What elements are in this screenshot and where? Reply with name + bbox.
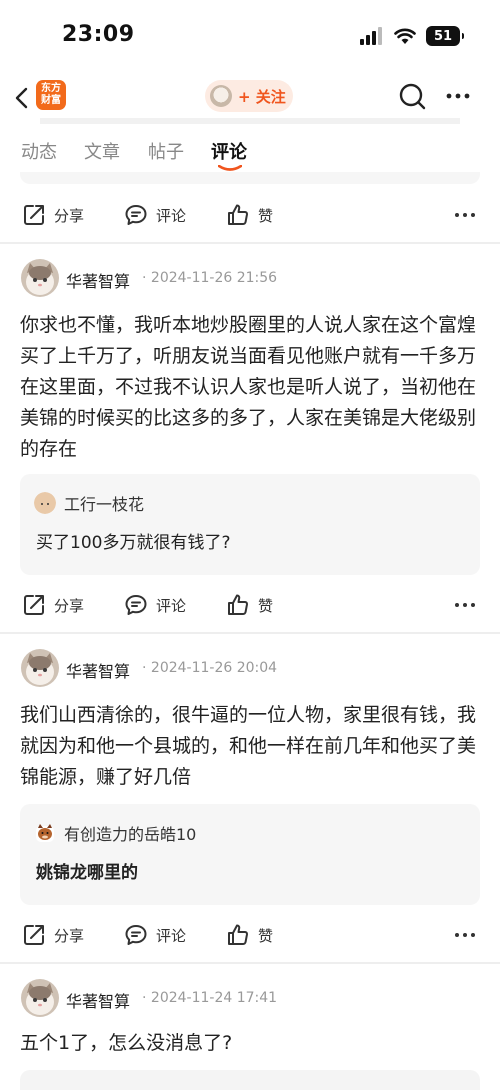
quote-card[interactable]: 工行一枝花 买了100多万就很有钱了? bbox=[20, 474, 480, 575]
app-logo: 东方 财富 bbox=[36, 80, 66, 110]
quote-author: 工行一枝花 bbox=[34, 491, 144, 515]
logo-line-1: 东方 bbox=[41, 83, 61, 94]
share-icon bbox=[24, 925, 44, 945]
post-body: 五个1了，怎么没消息了? bbox=[20, 1032, 233, 1054]
more-dots-icon[interactable] bbox=[454, 925, 476, 945]
action-row: 分享 评论 赞 bbox=[0, 195, 500, 235]
tab-comments[interactable]: 评论 bbox=[211, 138, 247, 164]
cat-avatar-icon bbox=[21, 259, 59, 297]
quote-author: 有创造力的岳皓10 bbox=[34, 821, 196, 845]
quote-card[interactable] bbox=[20, 1070, 480, 1090]
share-icon bbox=[24, 205, 44, 225]
share-label: 分享 bbox=[54, 596, 85, 615]
comment-icon bbox=[125, 925, 147, 945]
avatar[interactable] bbox=[21, 979, 59, 1017]
search-icon[interactable] bbox=[398, 82, 426, 110]
action-row: 分享 评论 赞 bbox=[0, 915, 500, 955]
follow-button[interactable]: + 关注 bbox=[205, 80, 293, 112]
tab-posts[interactable]: 帖子 bbox=[148, 138, 184, 164]
tab-articles[interactable]: 文章 bbox=[84, 138, 120, 164]
timestamp: · 2024-11-26 21:56 bbox=[142, 270, 278, 286]
comment-button[interactable]: 评论 bbox=[124, 915, 186, 955]
timestamp: · 2024-11-26 20:04 bbox=[142, 660, 278, 676]
nav-bar: 东方 财富 + 关注 bbox=[0, 76, 500, 120]
avatar bbox=[36, 824, 54, 842]
follow-label: + 关注 bbox=[238, 87, 286, 106]
comment-button[interactable]: 评论 bbox=[124, 195, 186, 235]
cat-avatar-icon bbox=[21, 979, 59, 1017]
tab-bar: 动态 文章 帖子 评论 bbox=[0, 125, 500, 177]
username[interactable]: 华著智算 bbox=[66, 268, 130, 292]
more-dots-icon[interactable] bbox=[454, 205, 476, 225]
like-button[interactable]: 赞 bbox=[226, 195, 273, 235]
cat-avatar-icon bbox=[21, 649, 59, 687]
avatar[interactable] bbox=[21, 649, 59, 687]
quote-author-name: 有创造力的岳皓10 bbox=[64, 825, 197, 844]
like-label: 赞 bbox=[258, 926, 274, 945]
post-body: 我们山西清徐的，很牛逼的一位人物，家里很有钱，我就因为和他一个县城的，和他一样在… bbox=[20, 704, 477, 788]
divider bbox=[0, 962, 500, 964]
like-label: 赞 bbox=[258, 206, 274, 225]
battery-indicator: 51 bbox=[426, 26, 464, 46]
status-bar: 23:09 51 bbox=[0, 0, 500, 76]
status-icons: 51 bbox=[360, 26, 464, 46]
post-body: 你求也不懂，我听本地炒股圈里的人说人家在这个富煌买了上千万了，听朋友说当面看见他… bbox=[20, 314, 477, 460]
share-label: 分享 bbox=[54, 926, 85, 945]
quote-author-name: 工行一枝花 bbox=[64, 495, 145, 514]
avatar[interactable] bbox=[21, 259, 59, 297]
more-dots-icon[interactable] bbox=[454, 595, 476, 615]
previous-quote-card bbox=[20, 172, 480, 184]
avatar bbox=[210, 85, 232, 107]
comment-icon bbox=[125, 205, 147, 225]
share-label: 分享 bbox=[54, 206, 85, 225]
like-label: 赞 bbox=[258, 596, 274, 615]
timestamp-value: 2024-11-26 21:56 bbox=[150, 270, 278, 286]
signal-icon bbox=[360, 27, 382, 45]
scrolled-content-edge bbox=[40, 118, 460, 124]
timestamp: · 2024-11-24 17:41 bbox=[142, 990, 278, 1006]
active-tab-indicator bbox=[218, 165, 242, 171]
avatar bbox=[34, 492, 56, 514]
divider bbox=[0, 632, 500, 634]
logo-line-2: 财富 bbox=[41, 95, 61, 106]
username[interactable]: 华著智算 bbox=[66, 988, 130, 1012]
wifi-icon bbox=[394, 28, 416, 44]
tab-dynamics[interactable]: 动态 bbox=[21, 138, 57, 164]
thumbs-up-icon bbox=[228, 204, 248, 226]
share-button[interactable]: 分享 bbox=[22, 585, 84, 625]
share-button[interactable]: 分享 bbox=[22, 195, 84, 235]
quote-text: 姚锦龙哪里的 bbox=[36, 863, 138, 883]
like-button[interactable]: 赞 bbox=[226, 915, 273, 955]
status-time: 23:09 bbox=[62, 22, 135, 47]
username[interactable]: 华著智算 bbox=[66, 658, 130, 682]
timestamp-value: 2024-11-24 17:41 bbox=[150, 990, 278, 1006]
like-button[interactable]: 赞 bbox=[226, 585, 273, 625]
timestamp-value: 2024-11-26 20:04 bbox=[150, 660, 278, 676]
quote-card[interactable]: 有创造力的岳皓10 姚锦龙哪里的 bbox=[20, 804, 480, 905]
comment-label: 评论 bbox=[156, 596, 187, 615]
thumbs-up-icon bbox=[228, 594, 248, 616]
share-icon bbox=[24, 595, 44, 615]
action-row: 分享 评论 赞 bbox=[0, 585, 500, 625]
thumbs-up-icon bbox=[228, 924, 248, 946]
divider bbox=[0, 242, 500, 244]
back-arrow-icon[interactable] bbox=[8, 81, 36, 115]
comment-button[interactable]: 评论 bbox=[124, 585, 186, 625]
comment-label: 评论 bbox=[156, 206, 187, 225]
comment-label: 评论 bbox=[156, 926, 187, 945]
quote-text: 买了100多万就很有钱了? bbox=[36, 533, 231, 553]
share-button[interactable]: 分享 bbox=[22, 915, 84, 955]
comment-icon bbox=[125, 595, 147, 615]
more-options-icon[interactable] bbox=[444, 82, 472, 110]
